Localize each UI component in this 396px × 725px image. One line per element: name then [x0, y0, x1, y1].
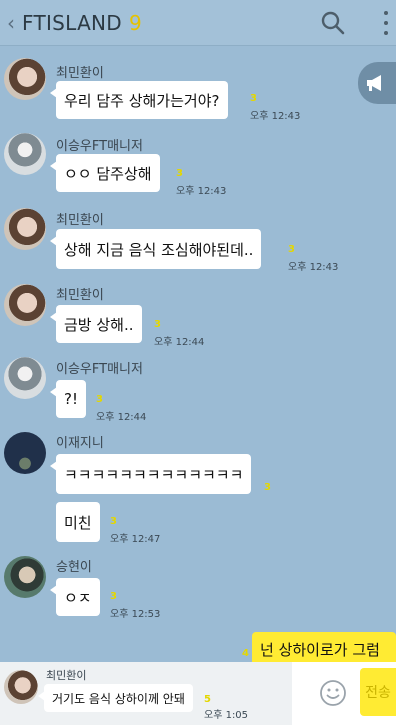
- megaphone-icon: [367, 75, 381, 91]
- avatar[interactable]: [4, 58, 46, 100]
- chat-title: FTISLAND: [22, 10, 123, 35]
- sender-name: 최민환이: [56, 288, 104, 303]
- new-message-preview[interactable]: 최민환이 거기도 음식 상하이께 안돼 5 오후 1:05: [0, 662, 292, 725]
- preview-bubble: 거기도 음식 상하이께 안돼: [38, 684, 193, 712]
- chat-header: ‹ FTISLAND 9: [0, 0, 396, 46]
- unread-count: 3: [110, 516, 117, 527]
- my-message-bubble[interactable]: 넌 상하이로가 그럼: [252, 632, 396, 666]
- unread-count: 3: [110, 591, 117, 602]
- member-count: 9: [129, 10, 142, 35]
- avatar[interactable]: [4, 208, 46, 250]
- chevron-left-icon[interactable]: ‹: [2, 0, 20, 46]
- message-bubble[interactable]: ㅋㅋㅋㅋㅋㅋㅋㅋㅋㅋㅋㅋㅋ: [49, 454, 252, 494]
- message-bubble[interactable]: 금방 상해..: [50, 305, 142, 343]
- unread-count: 3: [288, 244, 295, 255]
- more-vertical-icon[interactable]: [382, 11, 390, 35]
- message-time: 오후 12:43: [250, 111, 301, 122]
- avatar[interactable]: [4, 133, 46, 175]
- avatar[interactable]: [4, 432, 46, 474]
- sender-name: 이승우FT매니저: [56, 362, 143, 377]
- unread-count: 5: [204, 694, 211, 705]
- message-bubble[interactable]: ㅇㅈ: [50, 578, 100, 616]
- message-bubble[interactable]: ㅇㅇ 담주상해: [50, 154, 160, 192]
- message-time: 오후 12:43: [288, 262, 339, 273]
- message-time: 오후 12:47: [110, 534, 161, 545]
- unread-count: 3: [250, 93, 257, 104]
- message-bubble[interactable]: 미친: [56, 502, 100, 542]
- send-button[interactable]: 전송: [360, 668, 396, 716]
- preview-sender: 최민환이: [46, 669, 87, 682]
- smiley-icon[interactable]: [318, 678, 348, 708]
- message-time: 오후 12:44: [154, 337, 205, 348]
- sender-name: 승현이: [56, 560, 92, 575]
- avatar[interactable]: [4, 556, 46, 598]
- sender-name: 최민환이: [56, 66, 104, 81]
- sender-name: 이재지니: [56, 436, 104, 451]
- avatar[interactable]: [4, 284, 46, 326]
- message-time: 오후 12:44: [96, 412, 147, 423]
- unread-count: 3: [176, 168, 183, 179]
- avatar: [4, 670, 38, 704]
- message-time: 오후 1:05: [204, 710, 249, 721]
- unread-count: 3: [154, 319, 161, 330]
- message-bubble[interactable]: 상해 지금 음식 조심해야된데..: [49, 229, 262, 269]
- message-bubble[interactable]: 우리 담주 상해가는거야?: [50, 81, 228, 119]
- message-bubble[interactable]: ?!: [50, 380, 86, 418]
- message-time: 오후 12:43: [176, 186, 227, 197]
- search-icon[interactable]: [320, 10, 346, 36]
- message-time: 오후 12:53: [110, 609, 161, 620]
- avatar[interactable]: [4, 357, 46, 399]
- unread-count: 3: [264, 482, 271, 493]
- sender-name: 이승우FT매니저: [56, 139, 143, 154]
- sender-name: 최민환이: [56, 213, 104, 228]
- notice-button[interactable]: [358, 62, 396, 104]
- unread-count: 3: [96, 394, 103, 405]
- unread-count: 4: [242, 648, 249, 659]
